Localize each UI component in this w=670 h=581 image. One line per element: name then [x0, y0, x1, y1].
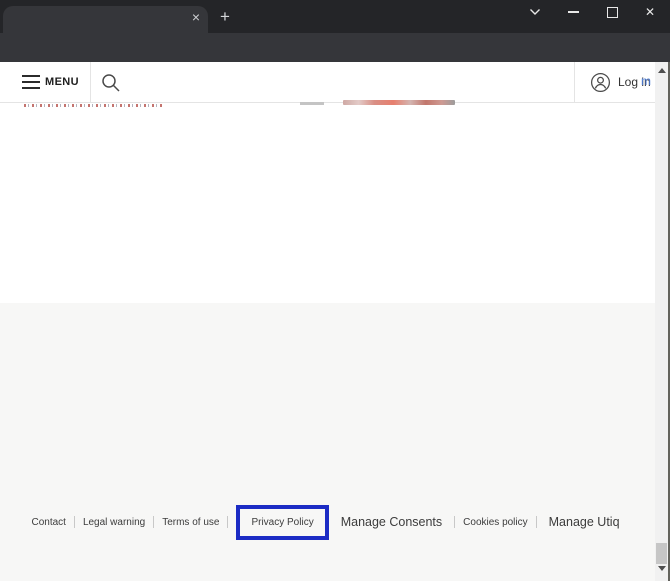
scroll-down-icon [658, 566, 666, 571]
footer-link-contact[interactable]: Contact [31, 517, 65, 528]
scroll-down-button[interactable] [655, 562, 668, 575]
browser-window: × + ✕ G [0, 0, 670, 581]
new-tab-button[interactable]: + [216, 8, 234, 26]
footer-link-legal-warning[interactable]: Legal warning [83, 517, 145, 528]
footer-link-cookies-policy[interactable]: Cookies policy [463, 517, 527, 528]
window-close-button[interactable]: ✕ [637, 2, 663, 22]
tab-bar: × + ✕ [0, 0, 670, 33]
footer-divider [227, 516, 228, 528]
maximize-icon [607, 7, 618, 18]
window-maximize-button[interactable] [599, 2, 625, 22]
footer-link-manage-utiq[interactable]: Manage Utiq [549, 515, 620, 529]
footer-link-manage-consents[interactable]: Manage Consents [341, 515, 442, 529]
privacy-policy-highlight-box: Privacy Policy [236, 505, 328, 540]
header-divider [90, 62, 91, 102]
browser-tab[interactable]: × [3, 6, 208, 33]
menu-label[interactable]: MENU [45, 76, 79, 88]
footer-links: Contact Legal warning Terms of use Priva… [0, 503, 655, 541]
search-button[interactable] [100, 72, 122, 94]
search-icon [100, 72, 122, 94]
browser-toolbar: G In incognito (3) ⋮ [0, 33, 670, 62]
hamburger-menu-button[interactable] [22, 75, 40, 89]
clipped-element-sliver [300, 102, 324, 105]
footer-link-privacy-policy[interactable]: Privacy Policy [251, 517, 313, 528]
clipped-link-fragment: m [641, 74, 653, 88]
clipped-image-sliver [343, 100, 455, 105]
page-content [0, 103, 655, 303]
clipped-text-sliver [24, 104, 164, 107]
minimize-icon [568, 11, 579, 13]
scroll-up-button[interactable] [655, 64, 668, 77]
footer-divider [536, 516, 537, 528]
scroll-up-icon [658, 68, 666, 73]
header-divider-right [574, 62, 575, 102]
footer-divider [454, 516, 455, 528]
window-minimize-button[interactable] [560, 2, 586, 22]
scrollbar-thumb[interactable] [656, 543, 667, 564]
window-chevron-button[interactable] [522, 2, 548, 22]
site-header [0, 62, 655, 103]
footer-link-terms-of-use[interactable]: Terms of use [162, 517, 219, 528]
chevron-down-icon [529, 8, 541, 16]
footer-divider [153, 516, 154, 528]
user-icon [590, 72, 611, 93]
footer-divider [74, 516, 75, 528]
tab-close-icon[interactable]: × [188, 10, 204, 26]
scrollbar-track[interactable] [655, 62, 668, 581]
